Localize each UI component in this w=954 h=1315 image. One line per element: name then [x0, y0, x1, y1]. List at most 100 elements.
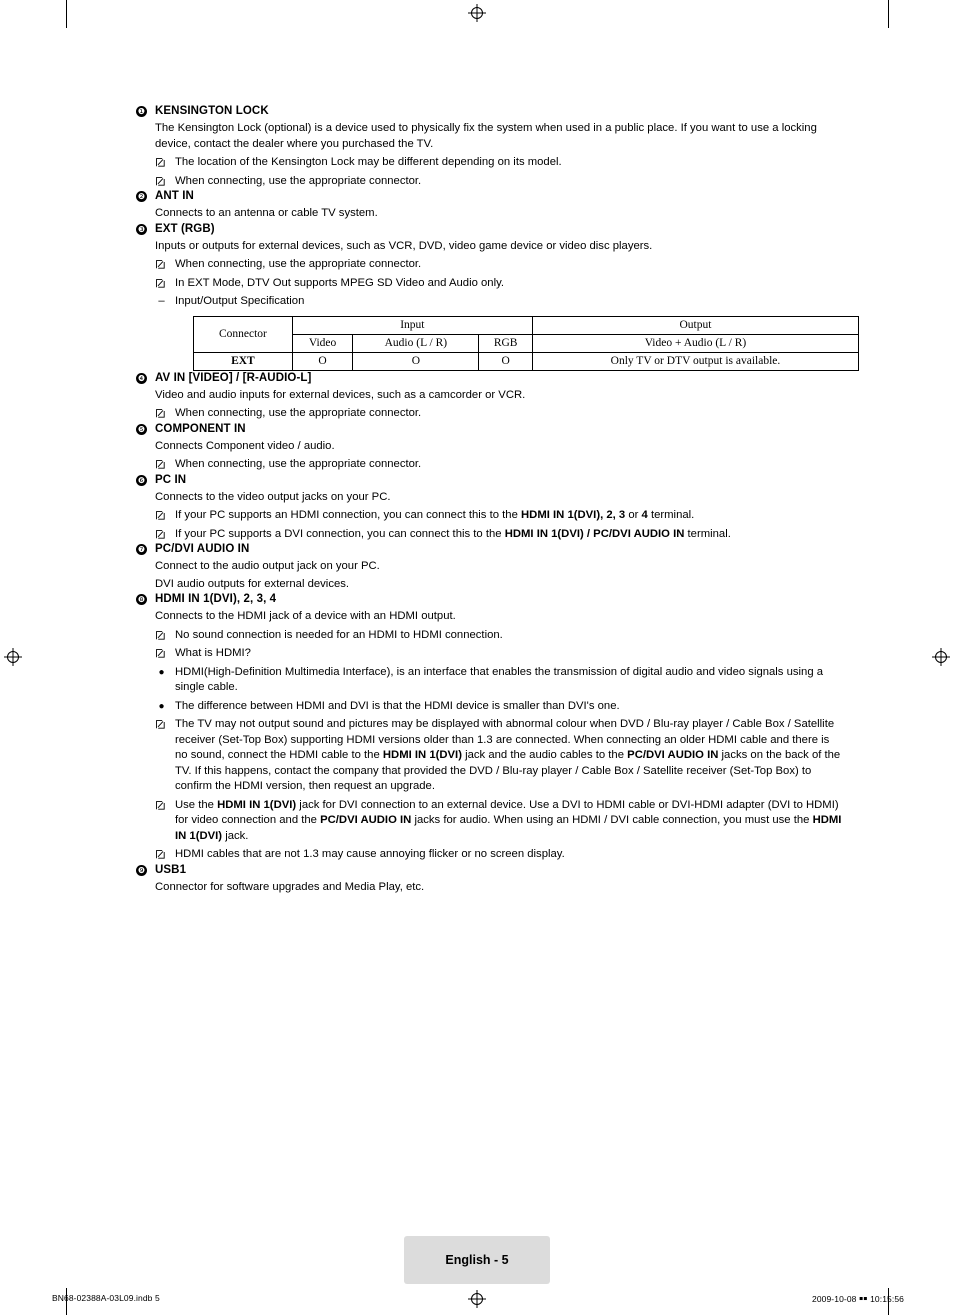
note-text: When connecting, use the appropriate con…	[175, 407, 422, 419]
note-row: ● HDMI(High-Definition Multimedia Interfa…	[155, 665, 842, 696]
connector-item-header: ❷ ANT IN	[136, 189, 842, 204]
note-text: What is HDMI?	[175, 647, 251, 659]
connector-item: ❾ USB1 Connector for software upgrades and…	[136, 863, 842, 896]
note-pencil-icon	[155, 847, 168, 860]
note-row: – Input/Output Specification	[155, 294, 842, 310]
cell-connector: EXT	[193, 352, 293, 371]
number-badge-icon: ❹	[136, 372, 147, 384]
note-pencil-icon	[155, 174, 168, 187]
note-text: No sound connection is needed for an HDM…	[175, 628, 503, 641]
note-text: The TV may not output sound and pictures…	[175, 718, 841, 792]
connector-title: PC/DVI AUDIO IN	[155, 543, 250, 555]
connector-body: Connects to the video output jacks on yo…	[155, 490, 842, 543]
note-row: No sound connection is needed for an HDM…	[155, 628, 842, 644]
paragraph: Connects Component video / audio.	[155, 439, 335, 452]
paragraph: Video and audio inputs for external devi…	[155, 388, 526, 401]
header-input: Input	[292, 315, 533, 335]
number-badge-icon: ❺	[136, 423, 147, 435]
note-pencil-icon	[155, 508, 168, 521]
cell-rgb: O	[478, 352, 533, 371]
connector-item-header: ❶ KENSINGTON LOCK	[136, 104, 842, 119]
paragraph: Connect to the audio output jack on your…	[155, 560, 380, 572]
number-badge-icon: ❷	[136, 191, 147, 202]
connector-item-header: ❹ AV IN [VIDEO] / [R-AUDIO-L]	[136, 371, 842, 386]
crop-mark-top-right	[888, 0, 889, 28]
note-pencil-icon	[155, 457, 168, 470]
paragraph: Inputs or outputs for external devices, …	[155, 239, 653, 252]
connector-title: HDMI IN 1(DVI), 2, 3, 4	[155, 593, 277, 605]
connector-item-header: ❻ PC IN	[136, 473, 842, 488]
connector-item: ❷ ANT IN Connects to an antenna or cable T…	[136, 189, 842, 222]
connector-item: ❹ AV IN [VIDEO] / [R-AUDIO-L] Video and au…	[136, 371, 842, 422]
header-connector: Connector	[193, 315, 293, 353]
note-row: If your PC supports a DVI connection, yo…	[155, 527, 842, 543]
connector-title: ANT IN	[155, 190, 194, 202]
connector-item-header: ❸ EXT (RGB)	[136, 222, 842, 237]
paragraph: DVI audio outputs for external devices.	[155, 577, 350, 590]
registration-mark-top	[468, 4, 486, 22]
connector-title: USB1	[155, 863, 187, 876]
number-badge-icon: ❻	[136, 474, 147, 486]
paragraph: Connector for software upgrades and Medi…	[155, 880, 425, 893]
note-pencil-icon	[155, 646, 168, 659]
note-pencil-icon	[155, 798, 168, 811]
io-specification-table: Connector Input Output Video Audio (L / R) RG…	[193, 315, 860, 371]
registration-mark-right	[932, 648, 950, 666]
document-page: ❶ KENSINGTON LOCK The Kensington Lock (opt…	[0, 0, 954, 1315]
connector-item: ❻ PC IN Connects to the video output jacks…	[136, 473, 842, 543]
note-row: If your PC supports an HDMI connection, …	[155, 508, 842, 524]
note-pencil-icon	[155, 527, 168, 540]
paragraph: Connects to an antenna or cable TV syste…	[155, 207, 378, 219]
note-row: When connecting, use the appropriate con…	[155, 457, 842, 473]
note-row: The TV may not output sound and pictures…	[155, 717, 842, 795]
connector-item-header: ❺ COMPONENT IN	[136, 422, 842, 437]
subheader-0: Video	[292, 334, 354, 353]
connector-item: ❼ PC/DVI AUDIO IN Connect to the audio out…	[136, 542, 842, 592]
footer-file-reference: BN68-02388A-03L09.indb 5	[52, 1293, 160, 1303]
note-text: If your PC supports an HDMI connection, …	[175, 509, 695, 521]
connector-body: Video and audio inputs for external devi…	[155, 388, 842, 422]
note-text: When connecting, use the appropriate con…	[175, 174, 422, 187]
connector-title: COMPONENT IN	[155, 422, 246, 435]
connector-body: Connects to an antenna or cable TV syste…	[155, 206, 842, 222]
connector-title: KENSINGTON LOCK	[155, 105, 269, 117]
note-row: When connecting, use the appropriate con…	[155, 257, 842, 273]
note-pencil-icon	[155, 406, 168, 419]
note-text: HDMI cables that are not 1.3 may cause a…	[175, 848, 565, 860]
note-text: Use the HDMI IN 1(DVI) jack for DVI conn…	[175, 798, 842, 842]
note-pencil-icon	[155, 717, 168, 730]
footer-timestamp: 2009-10-08 ￭￭ 10:15:56	[812, 1294, 904, 1304]
cell-audio: O	[352, 352, 480, 371]
subheader-1: Audio (L / R)	[352, 334, 480, 353]
paragraph: Connects to the video output jacks on yo…	[155, 490, 391, 503]
connector-item: ❽ HDMI IN 1(DVI), 2, 3, 4 Connects to the …	[136, 592, 842, 863]
cell-video: O	[292, 352, 354, 371]
connector-item-header: ❾ USB1	[136, 863, 842, 878]
note-row: Use the HDMI IN 1(DVI) jack for DVI conn…	[155, 798, 842, 845]
connector-list: ❶ KENSINGTON LOCK The Kensington Lock (opt…	[136, 104, 860, 896]
connector-body: The Kensington Lock (optional) is a devi…	[155, 121, 842, 189]
note-row: ● The difference between HDMI and DVI is …	[155, 699, 842, 715]
note-row: The location of the Kensington Lock may …	[155, 155, 842, 171]
number-badge-icon: ❶	[136, 106, 147, 117]
connector-body: Inputs or outputs for external devices, …	[155, 239, 860, 371]
table-subheader-row: Video Audio (L / R) RGB Video + Audio (L / …	[194, 334, 860, 353]
registration-mark-left	[4, 648, 22, 666]
note-text: When connecting, use the appropriate con…	[175, 458, 422, 470]
note-row: What is HDMI?	[155, 646, 842, 662]
note-row: HDMI cables that are not 1.3 may cause a…	[155, 847, 842, 863]
number-badge-icon: ❾	[136, 864, 147, 876]
spec-table: Connector Input Output Video Audio (L / R) RG…	[193, 315, 860, 371]
crop-mark-top-left	[66, 0, 67, 28]
note-text: When connecting, use the appropriate con…	[175, 258, 422, 270]
connector-body: Connects to the HDMI jack of a device wi…	[155, 609, 842, 863]
connector-item: ❶ KENSINGTON LOCK The Kensington Lock (opt…	[136, 104, 842, 189]
note-text: HDMI(High-Definition Multimedia Interfac…	[175, 665, 824, 694]
page-number-label: English - 5	[445, 1253, 509, 1267]
connector-body: Connect to the audio output jack on your…	[155, 559, 842, 592]
note-pencil-icon	[155, 257, 168, 270]
connector-title: AV IN [VIDEO] / [R-AUDIO-L]	[155, 371, 312, 384]
note-text: In EXT Mode, DTV Out supports MPEG SD Vi…	[175, 276, 505, 289]
registration-mark-bottom	[468, 1290, 486, 1308]
connector-title: PC IN	[155, 473, 187, 486]
